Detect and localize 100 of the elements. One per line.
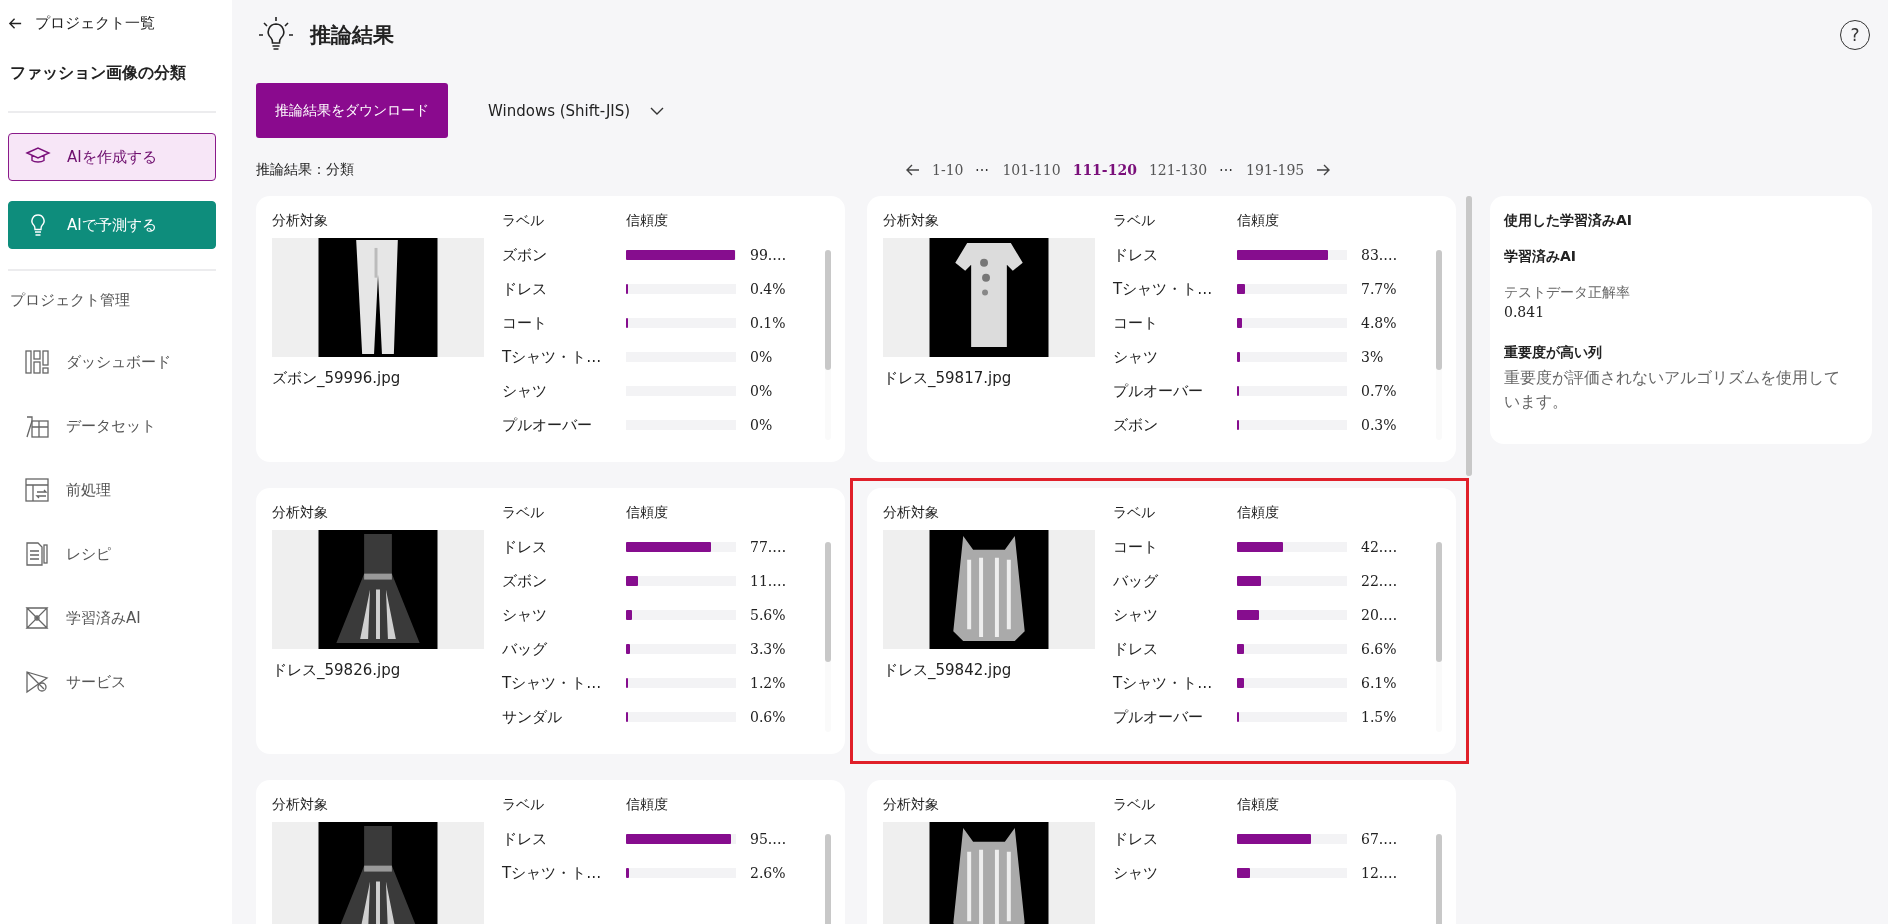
column-heading: 分析対象 — [883, 796, 940, 814]
sidebar-action-button[interactable]: AIで予測する — [8, 201, 216, 249]
confidence-value: 1.2% — [750, 675, 786, 691]
back-arrow-icon — [8, 16, 23, 31]
sidebar-item[interactable]: 前処理 — [8, 458, 216, 522]
results-caption: 推論結果：分類 — [256, 161, 355, 179]
pagination-ellipsis: ⋯ — [1219, 162, 1235, 178]
confidence-value: 7.7% — [1361, 281, 1397, 297]
label-name: Tシャツ・ト… — [1113, 673, 1214, 693]
scrollbar[interactable] — [1466, 196, 1472, 476]
section-heading: 重要度が高い列 — [1504, 344, 1603, 362]
network-icon — [24, 605, 50, 631]
page-link[interactable]: 191-195 — [1246, 162, 1305, 178]
confidence-value: 20.… — [1361, 607, 1398, 623]
column-heading: ラベル — [1113, 504, 1156, 522]
scrollbar[interactable] — [825, 542, 831, 732]
label-name: プルオーバー — [1113, 381, 1204, 401]
previous-arrow-icon[interactable] — [906, 164, 920, 176]
back-link[interactable]: プロジェクト一覧 — [8, 14, 216, 33]
section-heading: プロジェクト管理 — [10, 291, 131, 310]
column-heading: 信頼度 — [1237, 796, 1279, 814]
metric-label: テストデータ正解率 — [1504, 284, 1631, 302]
label-name: コート — [502, 313, 548, 333]
confidence-value: 42.… — [1361, 539, 1398, 555]
sidebar-item[interactable]: データセット — [8, 394, 216, 458]
confidence-value: 83.… — [1361, 247, 1398, 263]
description-text: 重要度が評価されないアルゴリズムを使用しています。 — [1504, 367, 1841, 413]
sidebar-item[interactable]: レシピ — [8, 522, 216, 586]
label-name: ドレス — [1113, 639, 1159, 659]
label-name: Tシャツ・ト… — [502, 673, 603, 693]
encoding-dropdown[interactable]: Windows (Shift-JIS) — [488, 101, 665, 120]
sidebar-item[interactable]: サービス — [8, 650, 216, 714]
label-name: シャツ — [1113, 347, 1159, 367]
confidence-value: 0.1% — [750, 315, 786, 331]
label-name: プルオーバー — [1113, 707, 1204, 727]
label-name: コート — [1113, 313, 1159, 333]
column-heading: 分析対象 — [883, 212, 940, 230]
column-heading: ラベル — [502, 212, 545, 230]
confidence-value: 2.6% — [750, 865, 786, 881]
table-arrows-icon — [24, 477, 50, 503]
column-heading: 信頼度 — [626, 796, 668, 814]
sidebar-item[interactable]: ダッシュボード — [8, 330, 216, 394]
confidence-value: 22.… — [1361, 573, 1398, 589]
confidence-value: 0% — [750, 349, 773, 365]
download-button[interactable]: 推論結果をダウンロード — [256, 83, 448, 138]
file-name: ドレス_59826.jpg — [272, 661, 402, 680]
confidence-value: 3% — [1361, 349, 1384, 365]
column-heading: 信頼度 — [1237, 212, 1279, 230]
confidence-value: 99.… — [750, 247, 787, 263]
column-heading: 分析対象 — [272, 212, 329, 230]
label-name: ドレス — [502, 829, 548, 849]
page-title: 推論結果 — [310, 22, 395, 49]
scrollbar[interactable] — [1436, 542, 1442, 732]
column-heading: ラベル — [502, 796, 545, 814]
chevron-down-icon — [650, 106, 665, 115]
label-name: ドレス — [1113, 245, 1159, 265]
column-heading: ラベル — [1113, 796, 1156, 814]
column-heading: ラベル — [502, 504, 545, 522]
confidence-value: 67.… — [1361, 831, 1398, 847]
label-name: シャツ — [1113, 863, 1159, 883]
page-link[interactable]: 111-120 — [1072, 162, 1137, 178]
scrollbar[interactable] — [825, 250, 831, 440]
confidence-value: 77.… — [750, 539, 787, 555]
model-name: 学習済みAI — [1504, 248, 1578, 266]
label-name: Tシャツ・ト… — [502, 863, 603, 883]
confidence-value: 11.… — [750, 573, 787, 589]
column-heading: 信頼度 — [1237, 504, 1279, 522]
panel-title: 使用した学習済みAI — [1504, 212, 1634, 230]
file-name: ドレス_59842.jpg — [883, 661, 1013, 680]
confidence-value: 0.3% — [1361, 417, 1397, 433]
label-name: Tシャツ・ト… — [1113, 279, 1214, 299]
column-heading: 信頼度 — [626, 504, 668, 522]
metric-value: 0.841 — [1504, 304, 1546, 320]
label-name: シャツ — [502, 605, 548, 625]
label-name: Tシャツ・ト… — [502, 347, 603, 367]
confidence-value: 0% — [750, 383, 773, 399]
file-name: ズボン_59996.jpg — [272, 369, 402, 388]
confidence-value: 6.1% — [1361, 675, 1397, 691]
label-name: シャツ — [1113, 605, 1159, 625]
column-heading: 分析対象 — [883, 504, 940, 522]
column-heading: 信頼度 — [626, 212, 668, 230]
confidence-value: 0.4% — [750, 281, 786, 297]
label-name: サンダル — [502, 707, 563, 727]
confidence-value: 95.… — [750, 831, 787, 847]
label-name: ズボン — [1113, 415, 1159, 435]
label-name: ドレス — [502, 279, 548, 299]
sidebar-action-button[interactable]: AIを作成する — [8, 133, 216, 181]
scrollbar[interactable] — [1436, 250, 1442, 440]
page-link[interactable]: 1-10 — [932, 162, 964, 178]
project-title: ファッション画像の分類 — [10, 63, 187, 84]
page-link[interactable]: 121-130 — [1148, 162, 1208, 178]
column-heading: ラベル — [1113, 212, 1156, 230]
page-link[interactable]: 101-110 — [1002, 162, 1061, 178]
confidence-value: 0% — [750, 417, 773, 433]
pagination-ellipsis: ⋯ — [975, 162, 991, 178]
sidebar-item[interactable]: 学習済みAI — [8, 586, 216, 650]
next-arrow-icon[interactable] — [1316, 164, 1331, 176]
label-name: コート — [1113, 537, 1159, 557]
confidence-value: 1.5% — [1361, 709, 1397, 725]
label-name: ドレス — [502, 537, 548, 557]
